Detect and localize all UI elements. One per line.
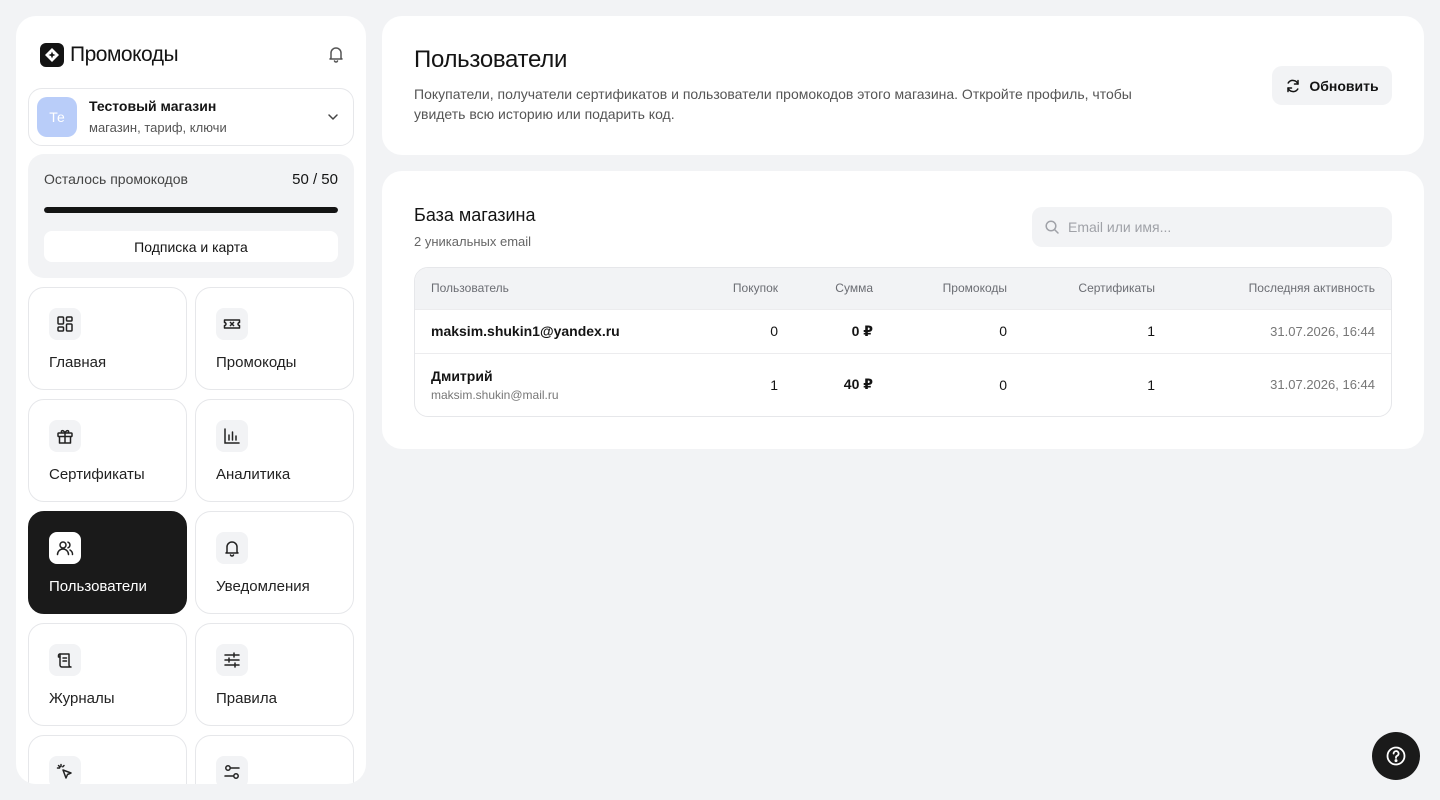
nav-tile-home[interactable]: Главная (28, 287, 187, 390)
sliders-icon (216, 644, 248, 676)
user-cell: Дмитрий maksim.shukin@mail.ru (415, 353, 685, 416)
promocodes-cell: 0 (999, 323, 1007, 339)
user-name: Дмитрий (431, 367, 493, 384)
section-subtitle: 2 уникальных email (414, 234, 532, 249)
promocode-quota: Осталось промокодов 50 / 50 Подписка и к… (28, 154, 354, 278)
nav-tile-10[interactable] (195, 735, 354, 784)
nav-tile-rules[interactable]: Правила (195, 623, 354, 726)
store-base-card: База магазина 2 уникальных email Пользов… (382, 171, 1424, 449)
nav-label: Правила (216, 690, 277, 707)
certificates-cell: 1 (1147, 323, 1155, 339)
quota-progress-bar (44, 207, 338, 213)
nav-label: Аналитика (216, 466, 291, 483)
diamond-spark-icon (40, 43, 64, 67)
nav-tile-logs[interactable]: Журналы (28, 623, 187, 726)
users-table: Пользователь Покупок Сумма Промокоды Сер… (414, 267, 1392, 417)
refresh-button[interactable]: Обновить (1272, 66, 1392, 105)
gift-icon (49, 420, 81, 452)
nav-tile-9[interactable] (28, 735, 187, 784)
quota-progress-fill (44, 207, 338, 213)
table-row[interactable]: maksim.shukin1@yandex.ru 0 0 ₽ 0 1 31.07… (415, 309, 1391, 353)
bar-chart-icon (216, 420, 248, 452)
column-header-user[interactable]: Пользователь (415, 268, 685, 309)
nav-label: Промокоды (216, 354, 297, 371)
dashboard-icon (49, 308, 81, 340)
toggles-icon (216, 756, 248, 784)
refresh-icon (1285, 78, 1301, 94)
quota-label: Осталось промокодов (44, 171, 188, 187)
column-header-sum[interactable]: Сумма (794, 268, 889, 309)
store-subtitle: магазин, тариф, ключи (89, 120, 227, 135)
subscription-button[interactable]: Подписка и карта (44, 231, 338, 262)
last-activity-cell: 31.07.2026, 16:44 (1270, 377, 1375, 393)
user-email: maksim.shukin@mail.ru (431, 387, 559, 402)
column-header-last-activity[interactable]: Последняя активность (1171, 268, 1391, 309)
table-header-row: Пользователь Покупок Сумма Промокоды Сер… (415, 268, 1391, 309)
ticket-icon (216, 308, 248, 340)
scroll-icon (49, 644, 81, 676)
nav-tile-notifications[interactable]: Уведомления (195, 511, 354, 614)
help-button[interactable] (1372, 732, 1420, 780)
bell-icon (216, 532, 248, 564)
user-name: maksim.shukin1@yandex.ru (431, 323, 620, 339)
help-circle-icon (1385, 745, 1407, 767)
nav-label: Пользователи (49, 578, 147, 595)
certificates-cell: 1 (1147, 376, 1155, 393)
nav-label: Главная (49, 354, 107, 371)
purchases-cell: 0 (770, 323, 778, 339)
last-activity-cell: 31.07.2026, 16:44 (1270, 323, 1375, 339)
nav-tile-certificates[interactable]: Сертификаты (28, 399, 187, 502)
bell-icon[interactable] (326, 44, 346, 64)
purchases-cell: 1 (770, 376, 778, 393)
store-selector[interactable]: Те Тестовый магазин магазин, тариф, ключ… (28, 88, 354, 146)
section-title: База магазина (414, 205, 536, 225)
nav-label: Уведомления (216, 578, 310, 595)
refresh-label: Обновить (1309, 77, 1379, 94)
page-description: Покупатели, получатели сертификатов и по… (414, 86, 1132, 122)
table-row[interactable]: Дмитрий maksim.shukin@mail.ru 1 40 ₽ 0 1… (415, 353, 1391, 416)
store-name: Тестовый магазин (89, 98, 217, 114)
search-icon (1044, 219, 1060, 235)
search-input[interactable] (1068, 207, 1384, 247)
user-cell: maksim.shukin1@yandex.ru (415, 309, 685, 353)
quota-value: 50 / 50 (292, 171, 338, 188)
search-box[interactable] (1032, 207, 1392, 247)
store-avatar: Те (37, 97, 77, 137)
pointer-click-icon (49, 756, 81, 784)
nav-tile-promocodes[interactable]: Промокоды (195, 287, 354, 390)
page-header: Пользователи Покупатели, получатели серт… (382, 16, 1424, 155)
nav-tile-analytics[interactable]: Аналитика (195, 399, 354, 502)
column-header-promocodes[interactable]: Промокоды (889, 268, 1023, 309)
users-icon (49, 532, 81, 564)
sum-cell: 0 ₽ (851, 322, 873, 339)
column-header-certificates[interactable]: Сертификаты (1023, 268, 1171, 309)
brand-name: Промокоды (70, 43, 179, 66)
sidebar: Промокоды Те Тестовый магазин магазин, т… (16, 16, 366, 784)
brand[interactable]: Промокоды (40, 42, 179, 68)
chevron-down-icon (325, 109, 341, 125)
page-title: Пользователи (414, 46, 568, 73)
nav-label: Сертификаты (49, 466, 145, 483)
nav-label: Журналы (49, 690, 115, 707)
sum-cell: 40 ₽ (843, 376, 873, 393)
nav-tile-users[interactable]: Пользователи (28, 511, 187, 614)
column-header-purchases[interactable]: Покупок (685, 268, 794, 309)
promocodes-cell: 0 (999, 376, 1007, 393)
